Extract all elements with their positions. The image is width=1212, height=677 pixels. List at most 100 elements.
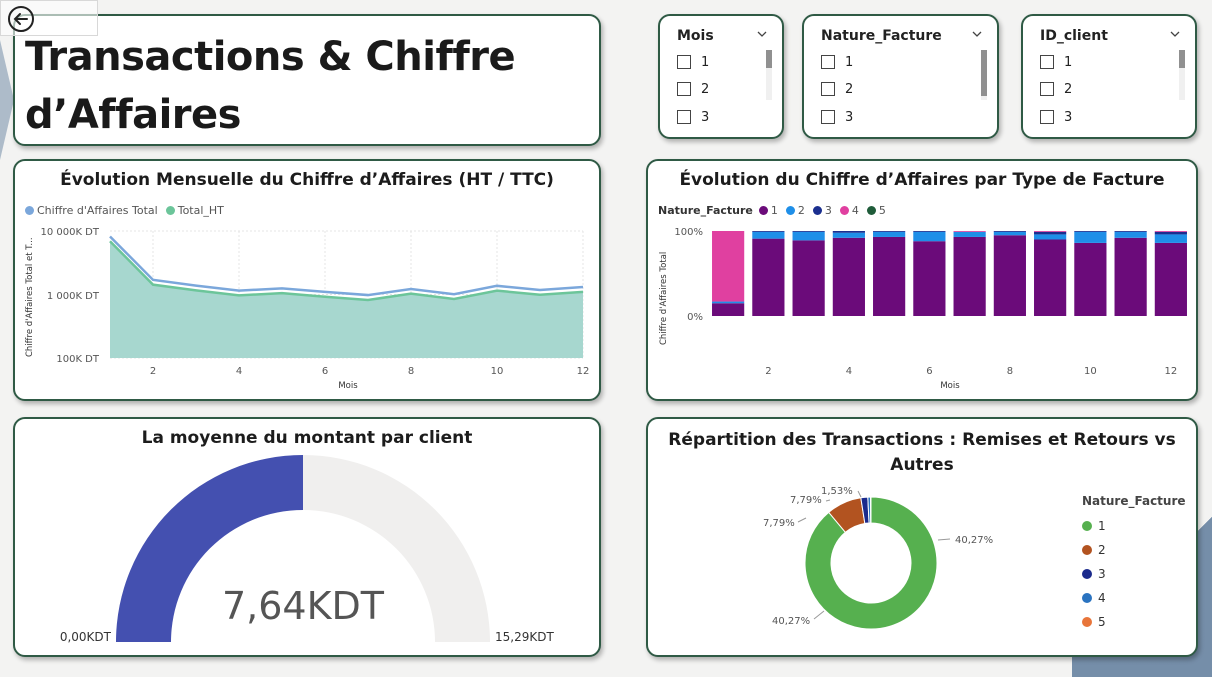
bar-segment[interactable] bbox=[712, 303, 745, 316]
slicer-scrollbar[interactable] bbox=[766, 50, 772, 100]
bar-segment[interactable] bbox=[873, 236, 906, 316]
x-tick-label: 8 bbox=[1007, 366, 1013, 377]
data-label: 7,79% bbox=[763, 518, 795, 529]
bar-segment[interactable] bbox=[752, 231, 785, 239]
bar-segment[interactable] bbox=[1034, 231, 1067, 235]
legend-label: 1 bbox=[1098, 519, 1106, 533]
x-tick-label: 12 bbox=[1165, 366, 1178, 377]
bar-segment[interactable] bbox=[752, 231, 785, 232]
bar-segment[interactable] bbox=[1114, 231, 1147, 238]
bar-segment[interactable] bbox=[993, 231, 1026, 236]
slicer-option[interactable]: 2 bbox=[821, 80, 853, 98]
checkbox[interactable] bbox=[1040, 82, 1054, 96]
bar-segment[interactable] bbox=[873, 231, 906, 237]
bar-segment[interactable] bbox=[953, 231, 986, 237]
bar-segment[interactable] bbox=[792, 231, 825, 241]
bar-segment[interactable] bbox=[993, 231, 1026, 232]
bar-segment[interactable] bbox=[913, 231, 946, 242]
gauge-plot[interactable]: 7,64KDT 0,00KDT 15,29KDT bbox=[15, 419, 599, 655]
checkbox[interactable] bbox=[1040, 55, 1054, 69]
slicer-option[interactable]: 3 bbox=[1040, 108, 1072, 126]
line-chart-plot[interactable]: Chiffre d'Affaires Total et T... 10 000K… bbox=[15, 161, 599, 399]
slicer-option[interactable]: 1 bbox=[677, 53, 709, 71]
checkbox[interactable] bbox=[677, 110, 691, 124]
legend-item[interactable]: 3 bbox=[1082, 562, 1186, 586]
bar-segment[interactable] bbox=[1114, 231, 1147, 232]
bar-chart-plot[interactable]: Chiffre d'Affaires Total 100% 0% Mois 2 4… bbox=[648, 161, 1196, 399]
bar-segment[interactable] bbox=[792, 240, 825, 316]
checkbox[interactable] bbox=[821, 55, 835, 69]
donut-legend: Nature_Facture 1 2 3 4 5 bbox=[1082, 494, 1186, 634]
bar-segment[interactable] bbox=[1034, 234, 1067, 240]
slicer-nature-facture[interactable]: Nature_Facture 1 2 3 bbox=[802, 14, 999, 139]
x-tick-label: 4 bbox=[236, 366, 242, 377]
bar-segment[interactable] bbox=[1074, 242, 1107, 316]
slicer-option[interactable]: 2 bbox=[1040, 80, 1072, 98]
checkbox[interactable] bbox=[1040, 110, 1054, 124]
bar-segment[interactable] bbox=[832, 237, 865, 316]
chevron-down-icon[interactable] bbox=[971, 28, 983, 40]
bar-segment[interactable] bbox=[1154, 242, 1187, 316]
slicer-option[interactable]: 2 bbox=[677, 80, 709, 98]
scroll-thumb[interactable] bbox=[766, 50, 772, 68]
bar-chart-card: Évolution du Chiffre d’Affaires par Type… bbox=[646, 159, 1198, 401]
checkbox[interactable] bbox=[677, 82, 691, 96]
x-tick-label: 2 bbox=[765, 366, 771, 377]
bar-segment[interactable] bbox=[1114, 237, 1147, 316]
back-arrow-icon bbox=[8, 6, 34, 32]
x-tick-label: 6 bbox=[926, 366, 932, 377]
option-label: 3 bbox=[1064, 109, 1073, 125]
bar-segment[interactable] bbox=[953, 236, 986, 316]
bar-segment[interactable] bbox=[1034, 239, 1067, 317]
bar-segment[interactable] bbox=[873, 231, 906, 232]
legend-item[interactable]: 2 bbox=[1082, 538, 1186, 562]
legend-item[interactable]: 1 bbox=[1082, 514, 1186, 538]
legend-item[interactable]: 4 bbox=[1082, 586, 1186, 610]
legend-item[interactable]: 5 bbox=[1082, 610, 1186, 634]
bar-segment[interactable] bbox=[712, 231, 745, 302]
scroll-thumb[interactable] bbox=[1179, 50, 1185, 68]
y-axis-title: Chiffre d'Affaires Total et T... bbox=[25, 237, 35, 357]
slicer-scrollbar[interactable] bbox=[1179, 50, 1185, 100]
bar-segment[interactable] bbox=[1154, 231, 1187, 232]
bar-segment[interactable] bbox=[913, 231, 946, 232]
bar-segment[interactable] bbox=[913, 241, 946, 316]
option-label: 1 bbox=[1064, 54, 1073, 70]
checkbox[interactable] bbox=[677, 55, 691, 69]
bar-segment[interactable] bbox=[1074, 231, 1107, 232]
y-tick-label: 1 000K DT bbox=[47, 291, 100, 302]
x-tick-label: 10 bbox=[1084, 366, 1097, 377]
option-label: 1 bbox=[845, 54, 854, 70]
background-shape bbox=[0, 40, 14, 160]
slicer-title: ID_client bbox=[1040, 28, 1108, 44]
slicer-option[interactable]: 3 bbox=[821, 108, 853, 126]
slicer-option[interactable]: 1 bbox=[821, 53, 853, 71]
checkbox[interactable] bbox=[821, 110, 835, 124]
slicer-option[interactable]: 3 bbox=[677, 108, 709, 126]
bar-segment[interactable] bbox=[1074, 231, 1107, 243]
slicer-scrollbar[interactable] bbox=[981, 50, 987, 100]
data-label: 1,53% bbox=[821, 486, 853, 497]
slicer-mois[interactable]: Mois 1 2 3 bbox=[658, 14, 784, 139]
chevron-down-icon[interactable] bbox=[1169, 28, 1181, 40]
bar-segment[interactable] bbox=[1154, 231, 1187, 235]
bar-segment[interactable] bbox=[712, 301, 745, 304]
bar-segment[interactable] bbox=[1154, 234, 1187, 243]
series-line-total[interactable] bbox=[109, 235, 584, 297]
bar-segment[interactable] bbox=[752, 238, 785, 316]
y-tick-label: 100K DT bbox=[56, 354, 100, 365]
bar-segment[interactable] bbox=[1034, 231, 1067, 232]
slicer-id-client[interactable]: ID_client 1 2 3 bbox=[1021, 14, 1197, 139]
x-tick-label: 10 bbox=[491, 366, 504, 377]
bar-segment[interactable] bbox=[832, 232, 865, 238]
slicer-option[interactable]: 1 bbox=[1040, 53, 1072, 71]
bar-segment[interactable] bbox=[993, 235, 1026, 316]
bar-segment[interactable] bbox=[832, 231, 865, 233]
chevron-down-icon[interactable] bbox=[756, 28, 768, 40]
scroll-thumb[interactable] bbox=[981, 50, 987, 96]
back-button[interactable] bbox=[6, 4, 36, 34]
bar-segment[interactable] bbox=[953, 231, 986, 232]
checkbox[interactable] bbox=[821, 82, 835, 96]
bar-segment[interactable] bbox=[792, 231, 825, 232]
x-tick-label: 4 bbox=[846, 366, 852, 377]
